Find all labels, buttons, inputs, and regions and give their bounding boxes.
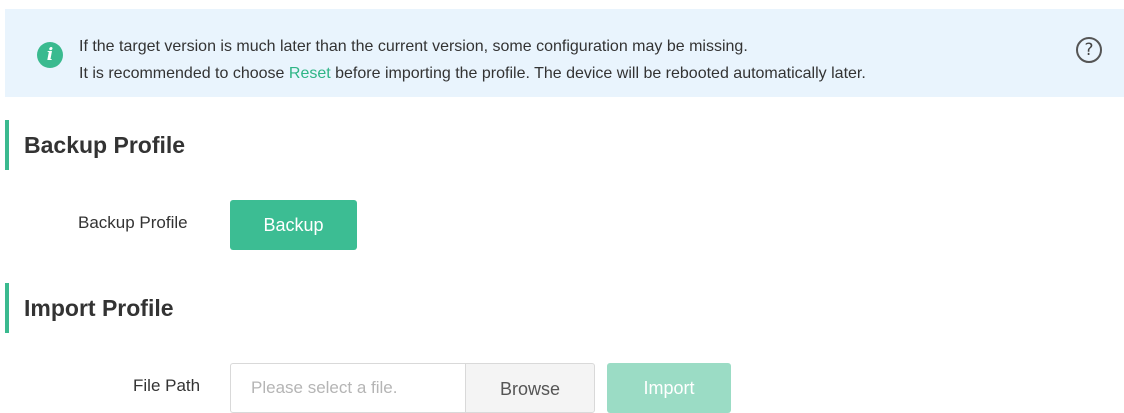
reset-link[interactable]: Reset [289,65,331,82]
file-path-input[interactable] [230,363,465,413]
file-path-label: File Path [133,376,201,395]
backup-profile-label: Backup Profile [78,213,188,232]
import-section-title: Import Profile [5,283,174,333]
backup-button[interactable]: Backup [230,200,357,250]
notice-line-1: If the target version is much later than… [79,38,748,55]
notice-text-before: It is recommended to choose [79,65,289,82]
notice-line-2: It is recommended to choose Reset before… [79,65,866,83]
import-button: Import [607,363,731,413]
browse-button[interactable]: Browse [465,363,595,413]
notice-text-after: before importing the profile. The device… [330,65,866,82]
warning-notice: i If the target version is much later th… [5,9,1124,97]
help-icon[interactable]: ? [1076,37,1102,63]
info-icon: i [37,42,63,68]
backup-section-title: Backup Profile [5,120,185,170]
